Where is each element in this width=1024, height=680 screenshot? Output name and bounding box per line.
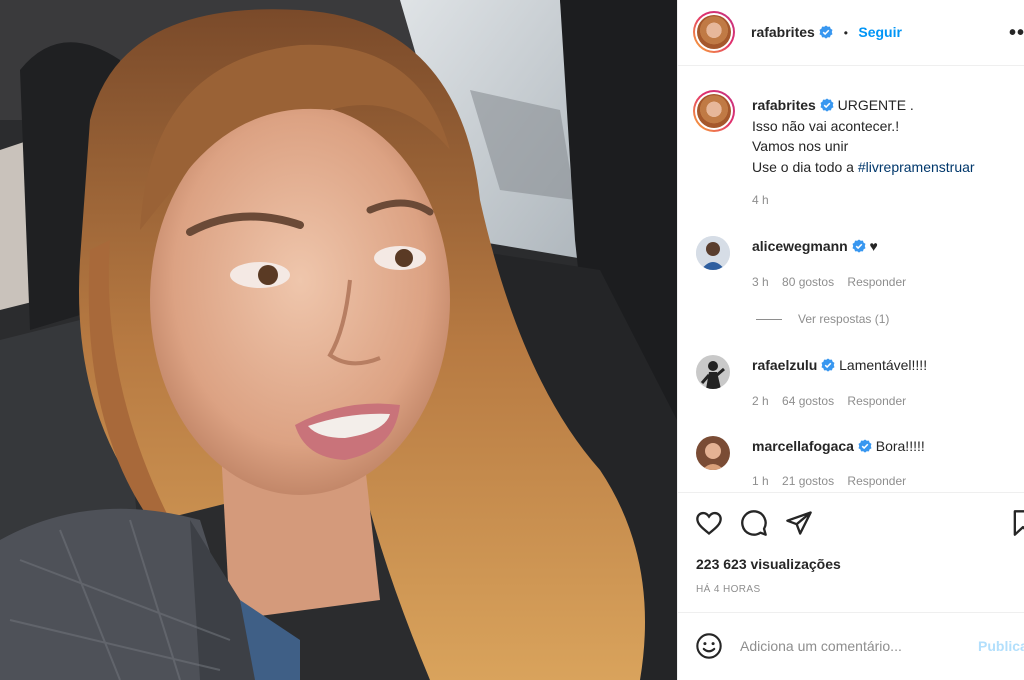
reply-button[interactable]: Responder (847, 474, 906, 488)
verified-badge-icon (852, 239, 866, 253)
comment-body: alicewegmann ♥ (752, 238, 878, 254)
caption-username[interactable]: rafabrites (752, 97, 816, 113)
hashtag-link[interactable]: #livrepramenstruar (858, 159, 975, 175)
caption-time: 4 h (752, 193, 779, 207)
add-comment-bar: Publicar (678, 612, 1024, 680)
post-actions: 223 623 visualizações HÁ 4 HORAS (678, 492, 1024, 612)
comment-time[interactable]: 3 h (752, 275, 769, 289)
caption-line: URGENTE . (837, 97, 914, 113)
caption-line: Use o dia todo a (752, 158, 858, 175)
comment-text: Lamentável!!!! (839, 357, 928, 373)
publish-button[interactable]: Publicar (978, 638, 1024, 654)
caption-first-line: rafabrites URGENTE . (752, 95, 1017, 116)
caption-line: Isso não vai acontecer.! (752, 117, 900, 134)
comment-input[interactable] (740, 635, 970, 657)
comment-time[interactable]: 2 h (752, 394, 769, 408)
comment-username[interactable]: rafaelzulu (752, 357, 817, 373)
verified-badge-icon (819, 25, 833, 39)
comment-text: ♥ (869, 238, 878, 254)
post-video[interactable] (0, 0, 677, 680)
avatar-image (697, 15, 731, 49)
comment-bubble-icon[interactable] (740, 509, 768, 537)
commenter-avatar[interactable] (696, 436, 730, 470)
comment-username[interactable]: marcellafogaca (752, 438, 854, 454)
post-sidebar: rafabrites • Seguir ••• rafabrites URGE (677, 0, 1024, 680)
comment-meta: 3 h 80 gostos Responder (752, 275, 916, 289)
comment-likes[interactable]: 21 gostos (782, 474, 834, 488)
comment-body: rafaelzulu Lamentável!!!! (752, 357, 927, 373)
video-frame (0, 0, 677, 680)
view-replies-button[interactable]: Ver respostas (1) (756, 312, 889, 326)
view-count[interactable]: 223 623 visualizações (696, 556, 841, 572)
avatar-image (696, 236, 730, 270)
caption-line: Vamos nos unir (752, 138, 849, 154)
paper-plane-icon[interactable] (785, 509, 813, 537)
more-options-icon[interactable]: ••• (1009, 22, 1024, 45)
author-avatar[interactable] (693, 11, 735, 53)
avatar-image (697, 94, 731, 128)
commenter-avatar[interactable] (696, 236, 730, 270)
header-user-row: rafabrites • Seguir (751, 24, 902, 42)
post-caption: rafabrites URGENTE . Isso não vai aconte… (752, 95, 1017, 177)
view-replies-label: Ver respostas (1) (798, 312, 890, 326)
bookmark-icon[interactable] (1009, 509, 1024, 537)
comment-meta: 1 h 21 gostos Responder (752, 474, 916, 488)
reply-button[interactable]: Responder (847, 275, 906, 289)
comment-text: Bora!!!!! (875, 438, 925, 454)
post-header: rafabrites • Seguir ••• (678, 0, 1024, 66)
post-timestamp[interactable]: HÁ 4 HORAS (696, 584, 761, 595)
reply-button[interactable]: Responder (847, 394, 906, 408)
comments-section[interactable]: rafabrites URGENTE . Isso não vai aconte… (678, 67, 1024, 492)
separator-dot: • (843, 26, 848, 40)
verified-badge-icon (820, 98, 834, 112)
heart-icon[interactable] (695, 509, 723, 537)
caption-last-line: Use o dia todo a #livrepramenstruar (752, 157, 1017, 178)
verified-badge-icon (821, 358, 835, 372)
commenter-avatar[interactable] (696, 355, 730, 389)
caption-timestamp[interactable]: 4 h (752, 193, 769, 207)
verified-badge-icon (858, 439, 872, 453)
author-username[interactable]: rafabrites (751, 24, 815, 40)
comment-username[interactable]: alicewegmann (752, 238, 848, 254)
comment-likes[interactable]: 80 gostos (782, 275, 834, 289)
follow-button[interactable]: Seguir (858, 24, 902, 40)
replies-divider (756, 319, 782, 321)
avatar-image (696, 355, 730, 389)
comment-meta: 2 h 64 gostos Responder (752, 394, 916, 408)
comment-time[interactable]: 1 h (752, 474, 769, 488)
avatar-image (696, 436, 730, 470)
comment-likes[interactable]: 64 gostos (782, 394, 834, 408)
comment-body: marcellafogaca Bora!!!!! (752, 438, 925, 454)
smiley-icon[interactable] (695, 632, 723, 660)
caption-avatar[interactable] (693, 90, 735, 132)
